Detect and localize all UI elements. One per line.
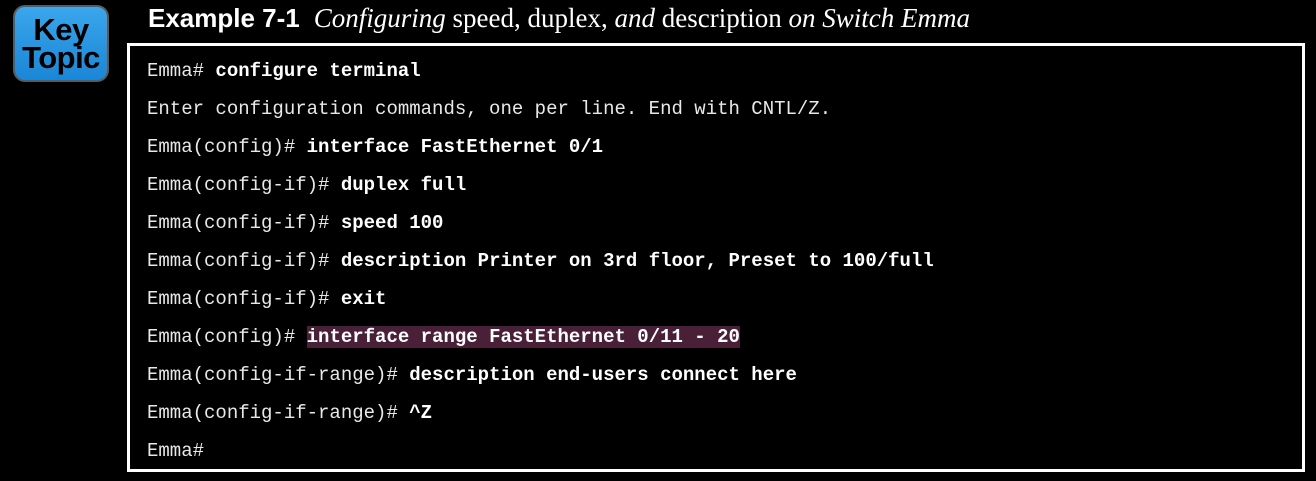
console-prompt: Emma(config-if-range)# — [147, 364, 410, 386]
console-prompt: Emma(config-if)# — [147, 212, 341, 234]
console-line: Emma(config-if)# description Printer on … — [147, 242, 1302, 280]
key-topic-line2: Topic — [22, 40, 100, 75]
console-prompt: Emma(config)# — [147, 136, 307, 158]
example-label: Example 7-1 — [148, 3, 300, 33]
console-line: Enter configuration commands, one per li… — [147, 90, 1302, 128]
console-command: configure terminal — [215, 60, 421, 82]
console-command-highlighted: interface range FastEthernet 0/11 - 20 — [306, 326, 740, 348]
console-command: exit — [340, 288, 387, 310]
console-command: ^Z — [409, 402, 433, 424]
console-line: Emma(config-if)# exit — [147, 280, 1302, 318]
console-line: Emma# — [147, 432, 1302, 470]
caption-segment: description — [661, 3, 789, 33]
console-command: description end-users connect here — [409, 364, 797, 386]
console-line: Emma(config)# interface FastEthernet 0/1 — [147, 128, 1302, 166]
console-command: speed 100 — [340, 212, 444, 234]
console-line: Emma(config-if-range)# description end-u… — [147, 356, 1302, 394]
caption-segment: , — [514, 3, 528, 33]
caption-segment: Configuring — [313, 3, 453, 33]
console-prompt: Enter configuration commands, one per li… — [147, 98, 832, 120]
console-line: Emma(config-if)# speed 100 — [147, 204, 1302, 242]
caption-segment: speed — [452, 3, 515, 33]
console-prompt: Emma# — [147, 60, 216, 82]
console-line: Emma(config-if-range)# ^Z — [147, 394, 1302, 432]
example-title: Example 7-1 Configuring speed, duplex, an… — [148, 0, 970, 38]
console-command: description Printer on 3rd floor, Preset… — [340, 250, 934, 272]
caption-segment: and — [614, 3, 662, 33]
console-line: Emma(config)# interface range FastEthern… — [147, 318, 1302, 356]
caption-segment: duplex — [527, 3, 602, 33]
console-prompt: Emma(config-if-range)# — [147, 402, 410, 424]
caption-segment: on Switch Emma — [788, 3, 971, 33]
console-output: Emma# configure terminal Enter configurat… — [127, 43, 1305, 472]
key-topic-badge: Key Topic — [13, 5, 109, 82]
console-prompt: Emma(config-if)# — [147, 174, 341, 196]
console-line: Emma(config-if)# duplex full — [147, 166, 1302, 204]
console-command: interface FastEthernet 0/1 — [306, 136, 604, 158]
console-prompt: Emma(config)# — [147, 326, 307, 348]
caption-segment: , — [601, 3, 615, 33]
console-command: duplex full — [340, 174, 467, 196]
console-prompt: Emma# — [147, 440, 205, 462]
console-prompt: Emma(config-if)# — [147, 288, 341, 310]
example-caption: Configuring speed, duplex, and descripti… — [314, 3, 970, 33]
console-prompt: Emma(config-if)# — [147, 250, 341, 272]
console-line: Emma# configure terminal — [147, 52, 1302, 90]
